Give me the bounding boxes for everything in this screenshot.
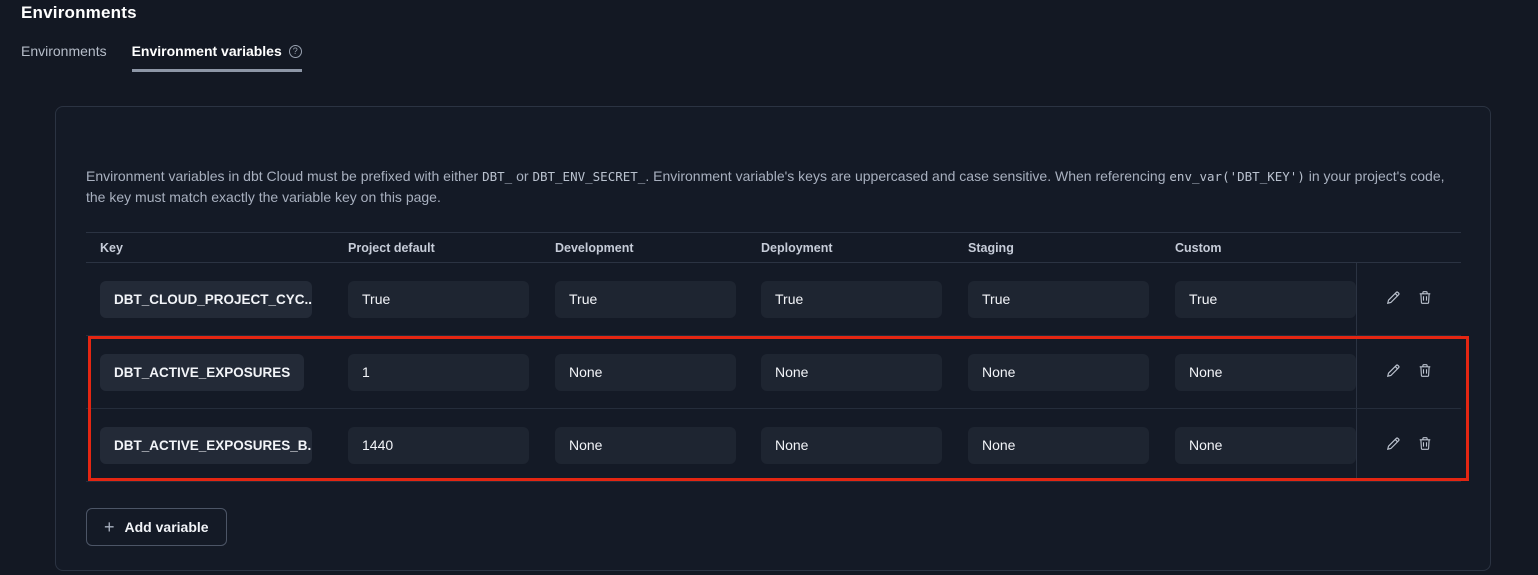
value-pill: True <box>968 281 1149 318</box>
tab-environments[interactable]: Environments <box>21 43 107 72</box>
tab-bar: Environments Environment variables ? <box>21 43 1538 72</box>
pencil-icon <box>1385 362 1402 382</box>
code-snippet: env_var('DBT_KEY') <box>1169 169 1304 184</box>
value-pill: None <box>968 427 1149 464</box>
value-pill: None <box>761 427 942 464</box>
value-pill: None <box>1175 427 1356 464</box>
trash-icon <box>1417 435 1433 455</box>
delete-variable-button[interactable] <box>1416 290 1434 308</box>
description-segment: . Environment variable's keys are upperc… <box>645 168 1169 184</box>
description-segment: or <box>512 168 532 184</box>
add-variable-label: Add variable <box>125 519 209 535</box>
code-snippet: DBT_ <box>482 169 512 184</box>
value-pill: None <box>761 354 942 391</box>
description-text: Environment variables in dbt Cloud must … <box>86 166 1448 207</box>
key-pill: DBT_ACTIVE_EXPOSURES_B... <box>100 427 312 464</box>
column-header-deployment: Deployment <box>747 241 954 255</box>
value-pill: True <box>1175 281 1356 318</box>
edit-variable-button[interactable] <box>1384 436 1402 454</box>
help-icon[interactable]: ? <box>289 45 302 58</box>
table-row: DBT_ACTIVE_EXPOSURES 1 None None None No… <box>86 336 1461 409</box>
column-header-custom: Custom <box>1161 241 1356 255</box>
variables-table: Key Project default Development Deployme… <box>86 232 1461 482</box>
description-segment: Environment variables in dbt Cloud must … <box>86 168 482 184</box>
delete-variable-button[interactable] <box>1416 436 1434 454</box>
row-actions <box>1356 263 1461 335</box>
plus-icon: + <box>104 518 115 536</box>
column-header-development: Development <box>541 241 747 255</box>
table-row: DBT_ACTIVE_EXPOSURES_B... 1440 None None… <box>86 409 1461 482</box>
value-pill: None <box>555 354 736 391</box>
column-header-staging: Staging <box>954 241 1161 255</box>
trash-icon <box>1417 362 1433 382</box>
tab-environment-variables[interactable]: Environment variables ? <box>132 43 302 72</box>
add-variable-button[interactable]: + Add variable <box>86 508 227 546</box>
value-pill: 1 <box>348 354 529 391</box>
value-pill: None <box>555 427 736 464</box>
pencil-icon <box>1385 289 1402 309</box>
code-snippet: DBT_ENV_SECRET_ <box>532 169 645 184</box>
value-pill: None <box>968 354 1149 391</box>
value-pill: True <box>555 281 736 318</box>
table-row: DBT_CLOUD_PROJECT_CYC... True True True … <box>86 263 1461 336</box>
page-title: Environments <box>21 3 1538 23</box>
column-header-key: Key <box>86 241 334 255</box>
key-pill: DBT_CLOUD_PROJECT_CYC... <box>100 281 312 318</box>
value-pill: None <box>1175 354 1356 391</box>
table-header-row: Key Project default Development Deployme… <box>86 232 1461 263</box>
environment-variables-card: Environment variables in dbt Cloud must … <box>55 106 1491 571</box>
row-actions <box>1356 336 1461 408</box>
tab-label: Environment variables <box>132 43 282 59</box>
edit-variable-button[interactable] <box>1384 290 1402 308</box>
delete-variable-button[interactable] <box>1416 363 1434 381</box>
key-pill: DBT_ACTIVE_EXPOSURES <box>100 354 304 391</box>
column-header-project-default: Project default <box>334 241 541 255</box>
value-pill: True <box>348 281 529 318</box>
pencil-icon <box>1385 435 1402 455</box>
edit-variable-button[interactable] <box>1384 363 1402 381</box>
value-pill: True <box>761 281 942 318</box>
row-actions <box>1356 409 1461 481</box>
value-pill: 1440 <box>348 427 529 464</box>
trash-icon <box>1417 289 1433 309</box>
